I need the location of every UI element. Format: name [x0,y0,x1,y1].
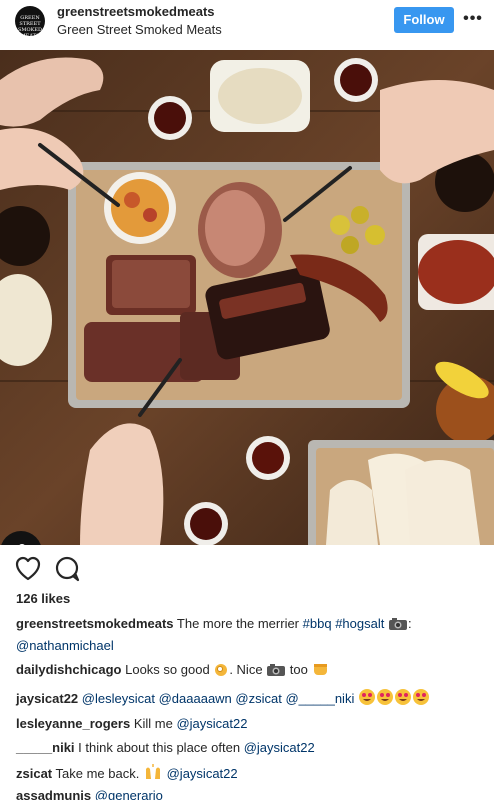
action-bar [0,555,494,585]
comment-text: Take me back. [55,766,140,781]
person-tag-icon[interactable] [0,531,42,545]
heart-eyes-icon [394,688,412,710]
comment-username[interactable]: zsicat [16,766,52,781]
username-link[interactable]: greenstreetsmokedmeats [57,4,215,19]
comment-text: The more the merrier [176,616,300,631]
comment-text: . Nice [229,662,263,677]
mention-link[interactable]: @generario [95,788,163,800]
post-header: GREEN STREET SMOKED MEATS greenstreetsmo… [0,0,494,50]
comment-text: too [289,662,308,677]
comment-username[interactable]: dailydishchicago [16,662,121,677]
ok-hand-icon [213,661,229,681]
camera-icon [388,617,408,635]
comment-username[interactable]: lesleyanne_rogers [16,716,130,731]
comment-item: zsicat Take me back. @jaysicat22 [16,763,238,785]
comment-item: greenstreetsmokedmeats The more the merr… [16,615,412,635]
heart-eyes-icon [358,688,376,710]
mention-link[interactable]: @_____niki [285,691,354,706]
comment-username[interactable]: jaysicat22 [16,691,78,706]
avatar[interactable]: GREEN STREET SMOKED MEATS [15,6,45,36]
heart-eyes-icon [412,688,430,710]
comment-suffix: : [407,616,412,631]
comment-item: assadmunis @generario [16,787,163,800]
mention-link[interactable]: @zsicat [235,691,281,706]
comment-item: jaysicat22 @lesleysicat @daaaaawn @zsica… [16,688,430,710]
comment-text: Looks so good [125,662,210,677]
raised-hands-icon [143,763,163,785]
likes-count[interactable]: 126 likes [16,591,70,606]
comment-text: I think about this place often [78,740,241,755]
location-link[interactable]: Green Street Smoked Meats [57,22,222,37]
comment-username[interactable]: greenstreetsmokedmeats [16,616,174,631]
hashtag-link[interactable]: #hogsalt [335,616,384,631]
comment-text: Kill me [133,716,173,731]
heart-icon[interactable] [14,555,42,583]
mention-link[interactable]: @jaysicat22 [167,766,238,781]
comment-bubble-icon[interactable] [53,555,81,583]
comment-item: _____niki I think about this place often… [16,739,315,756]
bbq-tray-image [0,50,494,545]
mention-link[interactable]: @jaysicat22 [244,740,315,755]
heart-eyes-icon [376,688,394,710]
hashtag-link[interactable]: #bbq [303,616,332,631]
fist-icon [312,661,330,681]
mention-link[interactable]: @jaysicat22 [176,716,247,731]
mention-link[interactable]: @daaaaawn [159,691,232,706]
comment-item: lesleyanne_rogers Kill me @jaysicat22 [16,715,247,732]
comment-username[interactable]: assadmunis [16,788,91,800]
camera-icon [266,663,286,681]
mention-link[interactable]: @nathanmichael [16,638,114,653]
follow-button[interactable]: Follow [394,7,454,33]
comment-username[interactable]: _____niki [16,740,75,755]
comment-item: dailydishchicago Looks so good . Nice to… [16,661,330,681]
more-options-icon[interactable]: ••• [462,6,484,32]
comment-mention-line: @nathanmichael [16,637,114,654]
post-photo[interactable] [0,50,494,545]
mention-link[interactable]: @lesleysicat [82,691,155,706]
